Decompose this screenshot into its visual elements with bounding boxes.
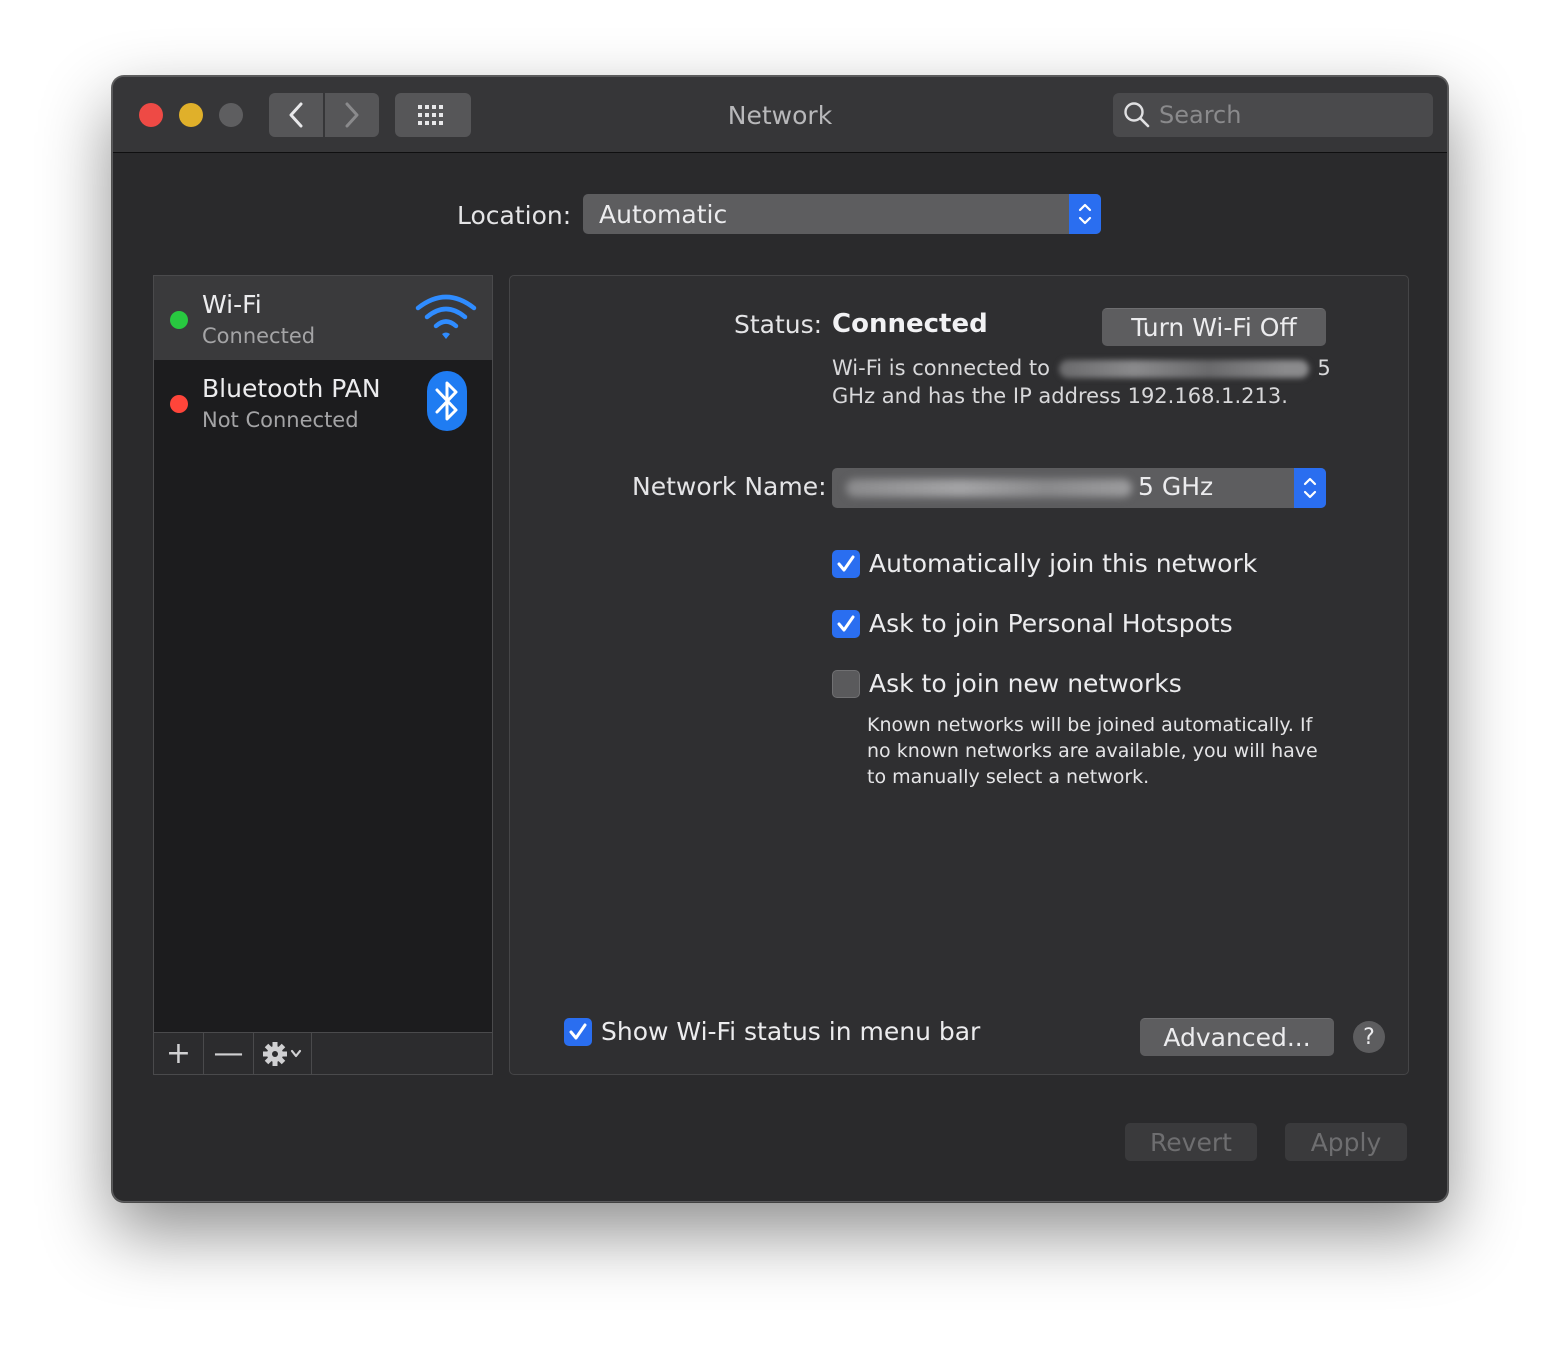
service-status: Not Connected [202, 408, 359, 432]
auto-join-label: Automatically join this network [869, 549, 1258, 578]
service-item-bluetooth-pan[interactable]: Bluetooth PAN Not Connected [154, 360, 492, 444]
show-all-button[interactable] [395, 93, 471, 137]
new-networks-checkbox-row[interactable]: Ask to join new networks [832, 669, 1182, 698]
chevron-left-icon [289, 102, 303, 128]
status-description: Wi-Fi is connected to 5 GHz and has the … [832, 354, 1332, 410]
status-desc-prefix: Wi-Fi is connected to [832, 356, 1050, 380]
auto-join-checkbox[interactable] [832, 549, 860, 578]
service-status: Connected [202, 324, 316, 348]
network-name-label: Network Name: [632, 472, 827, 501]
remove-service-button[interactable]: — [204, 1033, 254, 1074]
service-item-wifi[interactable]: Wi-Fi Connected [154, 276, 492, 360]
status-dot [170, 395, 188, 413]
back-button[interactable] [269, 93, 323, 137]
status-dot [170, 311, 188, 329]
show-menubar-checkbox-row[interactable]: Show Wi-Fi status in menu bar [564, 1017, 980, 1046]
help-button[interactable]: ? [1353, 1021, 1385, 1053]
gear-icon [262, 1041, 301, 1066]
bluetooth-icon [426, 370, 468, 436]
hotspot-label: Ask to join Personal Hotspots [869, 609, 1233, 638]
grid-icon [418, 105, 443, 125]
new-networks-label: Ask to join new networks [869, 669, 1182, 698]
advanced-button[interactable]: Advanced... [1140, 1018, 1334, 1056]
wifi-icon [414, 290, 478, 348]
show-menubar-checkbox[interactable] [564, 1017, 592, 1046]
title-bar: Network [113, 77, 1447, 153]
status-label: Status: [734, 310, 823, 339]
checkmark-icon [569, 1023, 587, 1039]
hotspot-checkbox[interactable] [832, 609, 860, 638]
up-down-chevron-icon [1069, 194, 1101, 234]
search-field[interactable] [1113, 93, 1433, 137]
location-value: Automatic [599, 199, 728, 229]
service-name: Bluetooth PAN [202, 374, 381, 403]
turn-wifi-off-button[interactable]: Turn Wi-Fi Off [1102, 308, 1326, 346]
up-down-chevron-icon [1294, 468, 1326, 508]
service-list: Wi-Fi Connected Bluetooth PAN Not Connec… [153, 275, 493, 1075]
add-service-button[interactable]: + [154, 1033, 204, 1074]
status-value: Connected [832, 309, 988, 339]
revert-button[interactable]: Revert [1125, 1123, 1257, 1161]
network-preferences-window: Network Location: Automatic Wi-Fi Connec… [112, 76, 1448, 1202]
hotspot-checkbox-row[interactable]: Ask to join Personal Hotspots [832, 609, 1233, 638]
service-toolbar: + — [154, 1032, 492, 1074]
network-name-popup[interactable]: 5 GHz [832, 468, 1326, 508]
action-menu-button[interactable] [254, 1033, 312, 1074]
location-label: Location: [457, 201, 572, 230]
search-input[interactable] [1159, 101, 1419, 129]
close-button[interactable] [139, 103, 163, 127]
redacted-network-name [846, 479, 1132, 497]
checkmark-icon [837, 615, 855, 631]
forward-button[interactable] [325, 93, 379, 137]
wifi-detail-panel: Status: Connected Turn Wi-Fi Off Wi-Fi i… [509, 275, 1409, 1075]
zoom-button[interactable] [219, 103, 243, 127]
new-networks-checkbox[interactable] [832, 669, 860, 698]
apply-button[interactable]: Apply [1285, 1123, 1407, 1161]
show-menubar-label: Show Wi-Fi status in menu bar [601, 1017, 981, 1046]
search-icon [1124, 102, 1150, 128]
location-popup[interactable]: Automatic [583, 194, 1101, 234]
network-name-suffix: 5 GHz [1138, 472, 1214, 501]
chevron-right-icon [345, 102, 359, 128]
service-name: Wi-Fi [202, 290, 262, 319]
auto-join-checkbox-row[interactable]: Automatically join this network [832, 549, 1257, 578]
minimize-button[interactable] [179, 103, 203, 127]
new-networks-help-text: Known networks will be joined automatica… [867, 714, 1318, 788]
checkmark-icon [837, 555, 855, 571]
redacted-network-name [1058, 360, 1309, 378]
